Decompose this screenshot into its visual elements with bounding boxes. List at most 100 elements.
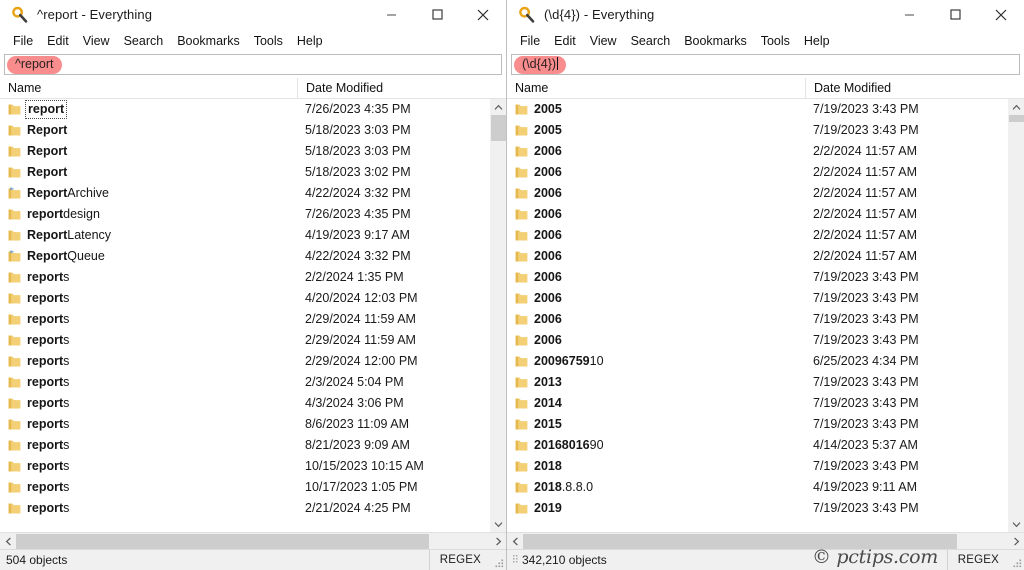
horizontal-scroll-track[interactable] (523, 533, 1008, 550)
table-row[interactable]: 20067/19/2023 3:43 PM (507, 330, 1008, 351)
table-row[interactable]: 20187/19/2023 3:43 PM (507, 456, 1008, 477)
table-row[interactable]: reports2/29/2024 11:59 AM (0, 330, 490, 351)
horizontal-scroll-thumb[interactable] (16, 534, 429, 549)
table-row[interactable]: Report5/18/2023 3:02 PM (0, 162, 490, 183)
scroll-up-icon[interactable] (491, 99, 507, 115)
table-row[interactable]: 20147/19/2023 3:43 PM (507, 393, 1008, 414)
resize-grip-icon[interactable] (490, 550, 506, 570)
minimize-icon[interactable] (886, 0, 932, 29)
search-input[interactable]: (\d{4}) (511, 54, 1020, 75)
table-row[interactable]: Report5/18/2023 3:03 PM (0, 120, 490, 141)
menu-search[interactable]: Search (624, 32, 678, 50)
table-row[interactable]: reports4/3/2024 3:06 PM (0, 393, 490, 414)
table-row[interactable]: 20168016904/14/2023 5:37 AM (507, 435, 1008, 456)
table-row[interactable]: 20062/2/2024 11:57 AM (507, 162, 1008, 183)
menu-file[interactable]: File (6, 32, 40, 50)
vertical-scroll-track[interactable] (491, 115, 507, 516)
status-badge-regex[interactable]: REGEX (947, 550, 1008, 570)
table-row[interactable]: reports2/21/2024 4:25 PM (0, 498, 490, 519)
table-row[interactable]: reports2/29/2024 11:59 AM (0, 309, 490, 330)
column-header-name[interactable]: Name (0, 78, 297, 99)
menu-view[interactable]: View (76, 32, 117, 50)
table-row[interactable]: 20062/2/2024 11:57 AM (507, 183, 1008, 204)
file-name-cell: ReportArchive (0, 183, 109, 204)
table-row[interactable]: 20062/2/2024 11:57 AM (507, 225, 1008, 246)
scroll-right-icon[interactable] (490, 533, 506, 550)
menu-edit[interactable]: Edit (40, 32, 76, 50)
table-row[interactable]: 20057/19/2023 3:43 PM (507, 99, 1008, 120)
horizontal-scrollbar[interactable] (507, 532, 1024, 549)
menu-bookmarks[interactable]: Bookmarks (677, 32, 754, 50)
date-modified-cell: 4/14/2023 5:37 AM (813, 438, 918, 453)
table-row[interactable]: ReportQueue4/22/2024 3:32 PM (0, 246, 490, 267)
file-name-label: reports (27, 375, 69, 389)
table-row[interactable]: reports8/21/2023 9:09 AM (0, 435, 490, 456)
table-row[interactable]: reports8/6/2023 11:09 AM (0, 414, 490, 435)
resize-grip-icon[interactable] (1008, 550, 1024, 570)
titlebar[interactable]: (\d{4}) - Everything (507, 0, 1024, 29)
table-row[interactable]: 20067/19/2023 3:43 PM (507, 309, 1008, 330)
table-row[interactable]: reports2/2/2024 1:35 PM (0, 267, 490, 288)
table-row[interactable]: ReportArchive4/22/2024 3:32 PM (0, 183, 490, 204)
vertical-scrollbar[interactable] (1008, 99, 1024, 532)
vertical-scroll-thumb[interactable] (491, 115, 507, 141)
table-row[interactable]: 20157/19/2023 3:43 PM (507, 414, 1008, 435)
menu-bookmarks[interactable]: Bookmarks (170, 32, 247, 50)
table-row[interactable]: reports2/3/2024 5:04 PM (0, 372, 490, 393)
file-list[interactable]: 20057/19/2023 3:43 PM20057/19/2023 3:43 … (507, 99, 1008, 532)
date-modified-cell: 4/19/2023 9:11 AM (813, 480, 917, 495)
table-row[interactable]: 2018.8.8.04/19/2023 9:11 AM (507, 477, 1008, 498)
table-row[interactable]: reports10/17/2023 1:05 PM (0, 477, 490, 498)
vertical-scroll-track[interactable] (1009, 115, 1024, 516)
search-input[interactable]: ^report (4, 54, 502, 75)
scroll-down-icon[interactable] (1009, 516, 1024, 532)
table-row[interactable]: report7/26/2023 4:35 PM (0, 99, 490, 120)
table-row[interactable]: 20067/19/2023 3:43 PM (507, 288, 1008, 309)
minimize-icon[interactable] (368, 0, 414, 29)
menu-view[interactable]: View (583, 32, 624, 50)
menu-help[interactable]: Help (797, 32, 837, 50)
status-bar: 342,210 objects REGEX (507, 549, 1024, 570)
table-row[interactable]: 20067/19/2023 3:43 PM (507, 267, 1008, 288)
close-icon[interactable] (460, 0, 506, 29)
menu-tools[interactable]: Tools (247, 32, 290, 50)
scroll-down-icon[interactable] (491, 516, 507, 532)
column-header-date-modified[interactable]: Date Modified (297, 78, 506, 99)
table-row[interactable]: 20062/2/2024 11:57 AM (507, 246, 1008, 267)
menu-search[interactable]: Search (117, 32, 171, 50)
maximize-icon[interactable] (932, 0, 978, 29)
horizontal-scrollbar[interactable] (0, 532, 506, 549)
vertical-scrollbar[interactable] (490, 99, 506, 532)
maximize-icon[interactable] (414, 0, 460, 29)
horizontal-scroll-thumb[interactable] (523, 534, 957, 549)
titlebar[interactable]: ^report - Everything (0, 0, 506, 29)
table-row[interactable]: reportdesign7/26/2023 4:35 PM (0, 204, 490, 225)
vertical-scroll-thumb[interactable] (1009, 115, 1024, 122)
scroll-right-icon[interactable] (1008, 533, 1024, 550)
menu-edit[interactable]: Edit (547, 32, 583, 50)
table-row[interactable]: Report5/18/2023 3:03 PM (0, 141, 490, 162)
table-row[interactable]: reports10/15/2023 10:15 AM (0, 456, 490, 477)
menu-help[interactable]: Help (290, 32, 330, 50)
column-header-name[interactable]: Name (507, 78, 805, 99)
horizontal-scroll-track[interactable] (16, 533, 490, 550)
menu-tools[interactable]: Tools (754, 32, 797, 50)
file-list[interactable]: report7/26/2023 4:35 PMReport5/18/2023 3… (0, 99, 490, 532)
column-header-date-modified[interactable]: Date Modified (805, 78, 1024, 99)
table-row[interactable]: 20197/19/2023 3:43 PM (507, 498, 1008, 519)
table-row[interactable]: 20057/19/2023 3:43 PM (507, 120, 1008, 141)
table-row[interactable]: 20062/2/2024 11:57 AM (507, 204, 1008, 225)
close-icon[interactable] (978, 0, 1024, 29)
menu-file[interactable]: File (513, 32, 547, 50)
scroll-left-icon[interactable] (0, 533, 16, 550)
table-row[interactable]: reports4/20/2024 12:03 PM (0, 288, 490, 309)
file-name-box: reports (27, 270, 69, 285)
table-row[interactable]: ReportLatency4/19/2023 9:17 AM (0, 225, 490, 246)
table-row[interactable]: 20096759106/25/2023 4:34 PM (507, 351, 1008, 372)
table-row[interactable]: 20137/19/2023 3:43 PM (507, 372, 1008, 393)
table-row[interactable]: 20062/2/2024 11:57 AM (507, 141, 1008, 162)
status-badge-regex[interactable]: REGEX (429, 550, 490, 570)
table-row[interactable]: reports2/29/2024 12:00 PM (0, 351, 490, 372)
scroll-left-icon[interactable] (507, 533, 523, 550)
scroll-up-icon[interactable] (1009, 99, 1024, 115)
